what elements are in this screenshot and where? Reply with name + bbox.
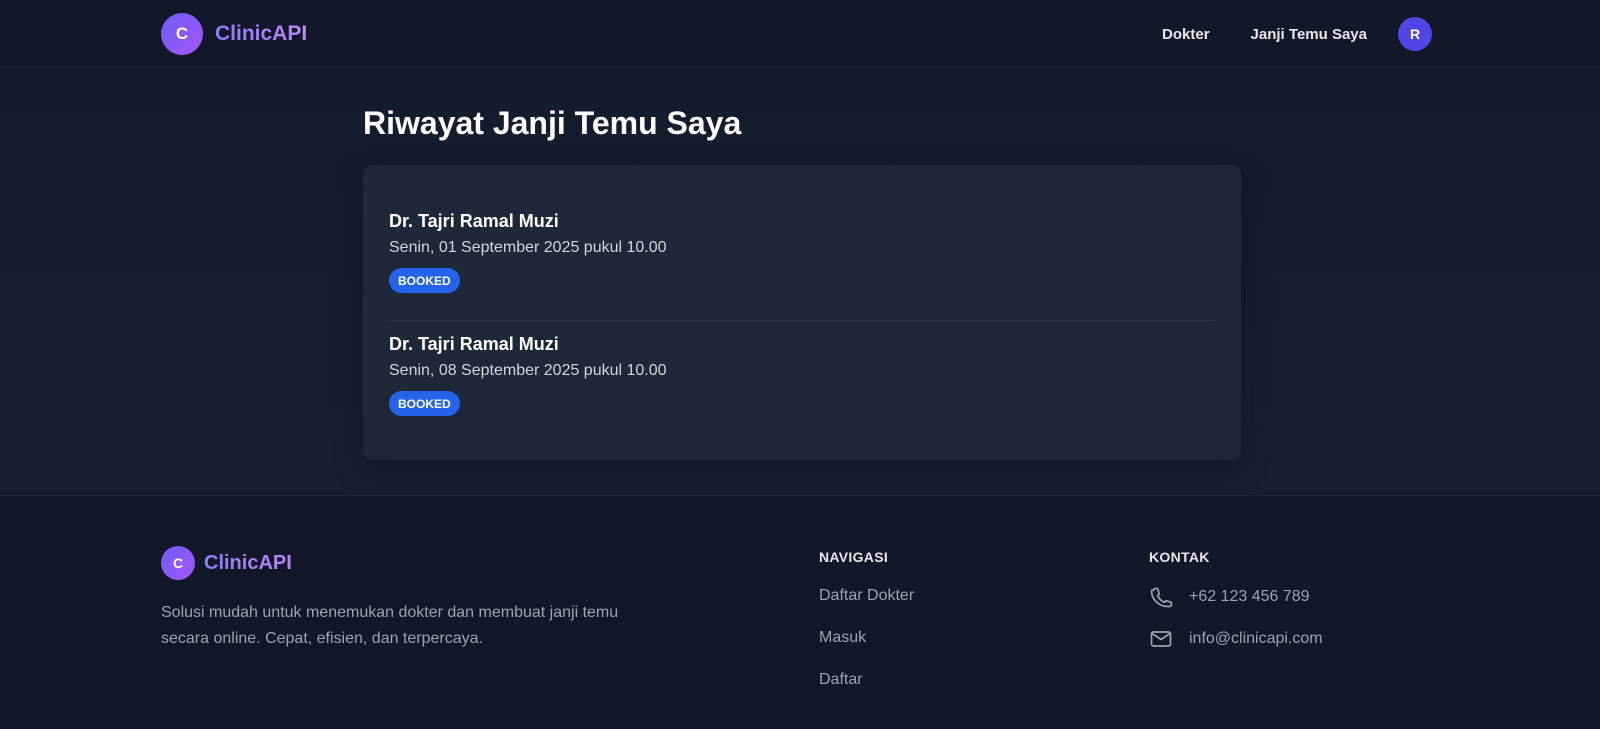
main-nav: Dokter Janji Temu Saya R [1162, 17, 1432, 51]
contact-email: info@clinicapi.com [1149, 627, 1323, 651]
main-content: Riwayat Janji Temu Saya Dr. Tajri Ramal … [0, 68, 1600, 495]
status-badge: BOOKED [389, 268, 460, 293]
logo-badge: C [161, 13, 203, 55]
brand-logo-link[interactable]: C ClinicAPI [161, 13, 307, 55]
status-badge: BOOKED [389, 391, 460, 416]
mail-icon [1150, 631, 1172, 647]
brand-name: ClinicAPI [215, 22, 308, 45]
phone-icon [1150, 587, 1173, 608]
footer-link-daftar[interactable]: Daftar [819, 671, 863, 689]
footer-link-daftar-dokter[interactable]: Daftar Dokter [819, 587, 914, 605]
email-address: info@clinicapi.com [1189, 630, 1323, 647]
top-navbar: C ClinicAPI Dokter Janji Temu Saya R [0, 0, 1600, 68]
footer-description: Solusi mudah untuk menemukan dokter dan … [161, 604, 619, 647]
footer-link-masuk[interactable]: Masuk [819, 629, 866, 647]
appointment-schedule: Senin, 01 September 2025 pukul 10.00 [389, 239, 667, 256]
appointment-doctor: Dr. Tajri Ramal Muzi [389, 334, 559, 354]
footer-brand-name: ClinicAPI [204, 551, 292, 574]
footer-nav-title: NAVIGASI [819, 549, 889, 565]
contact-phone: +62 123 456 789 [1149, 585, 1310, 609]
appointment-item: Dr. Tajri Ramal Muzi Senin, 08 September… [389, 334, 1215, 444]
footer-logo-badge: C [161, 546, 195, 580]
site-footer: C ClinicAPI Solusi mudah untuk menemukan… [0, 495, 1600, 729]
appointments-card: Dr. Tajri Ramal Muzi Senin, 01 September… [363, 165, 1241, 460]
appointment-item: Dr. Tajri Ramal Muzi Senin, 01 September… [389, 211, 1215, 321]
nav-link-dokter[interactable]: Dokter [1162, 26, 1210, 43]
appointment-schedule: Senin, 08 September 2025 pukul 10.00 [389, 362, 667, 379]
page-title: Riwayat Janji Temu Saya [363, 105, 742, 141]
user-avatar[interactable]: R [1398, 17, 1432, 51]
nav-link-janji-temu-saya[interactable]: Janji Temu Saya [1251, 26, 1367, 43]
phone-number: +62 123 456 789 [1189, 588, 1310, 605]
footer-contact-title: KONTAK [1149, 549, 1210, 565]
appointment-doctor: Dr. Tajri Ramal Muzi [389, 211, 559, 231]
footer-brand: C ClinicAPI [161, 546, 292, 580]
